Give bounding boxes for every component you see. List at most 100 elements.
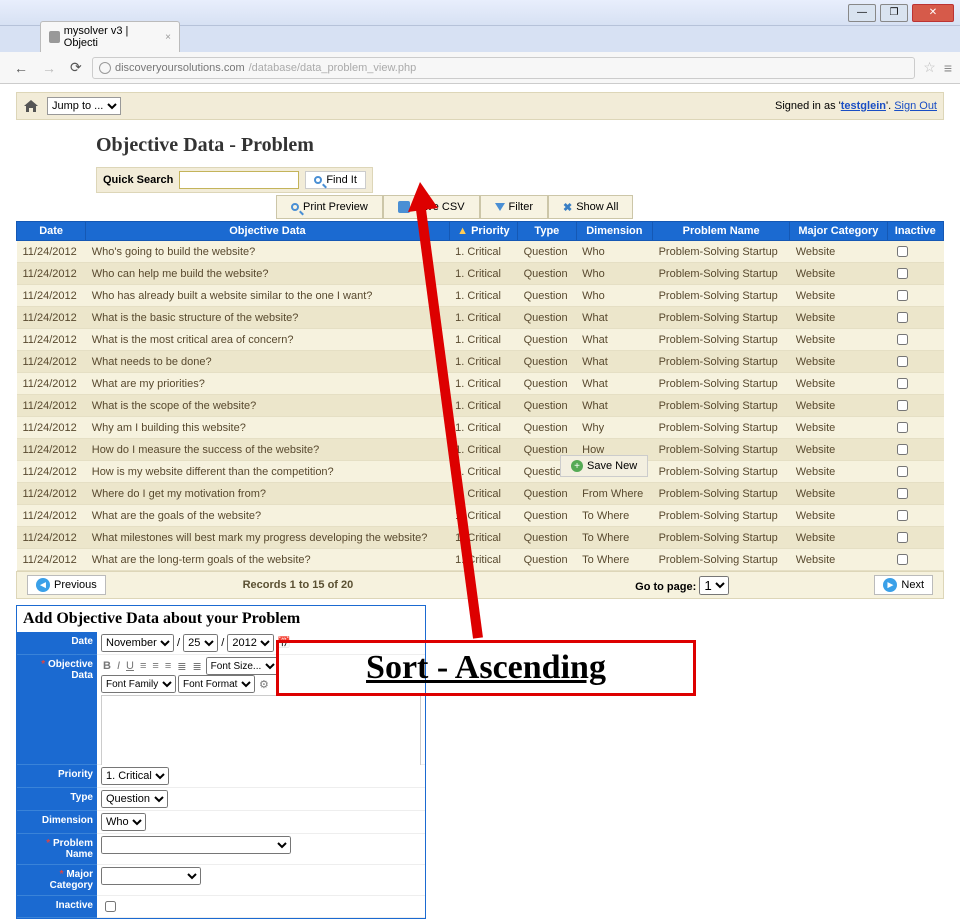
inactive-checkbox[interactable] [897,466,908,477]
quick-search-bar: Quick Search Find It [96,167,373,193]
find-it-button[interactable]: Find It [305,171,366,189]
font-family-select[interactable]: Font Family [101,675,176,693]
browser-menu-icon[interactable]: ≡ [944,60,952,76]
align-center-icon[interactable]: ≡ [150,660,160,672]
inactive-checkbox[interactable] [897,268,908,279]
problem-name-select[interactable] [101,836,291,854]
goto-page: Go to page: 1 [490,576,874,595]
col-priority[interactable]: ▲ Priority [449,222,517,241]
table-row[interactable]: 11/24/2012Who's going to build the websi… [17,241,944,263]
dimension-select[interactable]: Who [101,813,146,831]
priority-select[interactable]: 1. Critical [101,767,169,785]
bookmark-star-icon[interactable]: ☆ [923,59,936,76]
inactive-checkbox[interactable] [897,532,908,543]
search-icon [314,176,322,184]
browser-tab[interactable]: mysolver v3 | Objecti × [40,21,180,52]
favicon-icon [49,31,60,43]
maximize-button[interactable]: ❐ [880,4,908,22]
inactive-checkbox[interactable] [897,290,908,301]
major-category-select[interactable] [101,867,201,885]
align-left-icon[interactable]: ≡ [138,660,148,672]
font-format-select[interactable]: Font Format [178,675,255,693]
back-button[interactable]: ← [8,58,28,78]
table-row[interactable]: 11/24/2012What is the most critical area… [17,329,944,351]
minimize-button[interactable]: — [848,4,876,22]
inactive-checkbox[interactable] [897,488,908,499]
records-summary: Records 1 to 15 of 20 [106,579,490,591]
table-row[interactable]: 11/24/2012What is the scope of the websi… [17,395,944,417]
inactive-checkbox[interactable] [897,378,908,389]
sign-out-link[interactable]: Sign Out [894,100,937,112]
italic-icon[interactable]: I [115,660,122,672]
inactive-checkbox[interactable] [897,312,908,323]
day-select[interactable]: 25 [183,634,218,652]
label-dimension: Dimension [17,811,97,834]
app-toolbar: Jump to ... Signed in as 'testglein'. Si… [16,92,944,120]
table-row[interactable]: 11/24/2012How is my website different th… [17,461,944,483]
save-csv-button[interactable]: Save CSV [383,195,480,219]
list-ol-icon[interactable]: ≣ [175,660,188,673]
inactive-checkbox[interactable] [105,901,116,912]
url-host: discoveryoursolutions.com [115,62,245,74]
save-new-button[interactable]: + Save New [560,455,648,477]
underline-icon[interactable]: U [124,660,136,672]
label-major-category: * Major Category [17,865,97,896]
col-dimension[interactable]: Dimension [576,222,652,241]
label-type: Type [17,788,97,811]
inactive-checkbox[interactable] [897,356,908,367]
inactive-checkbox[interactable] [897,400,908,411]
arrow-right-icon: ► [883,578,897,592]
rte-extra-icon[interactable]: ⚙ [257,678,271,691]
previous-button[interactable]: ◄ Previous [27,575,106,595]
reload-button[interactable]: ⟳ [64,58,84,78]
align-right-icon[interactable]: ≡ [163,660,173,672]
table-row[interactable]: 11/24/2012How do I measure the success o… [17,439,944,461]
table-row[interactable]: 11/24/2012What is the basic structure of… [17,307,944,329]
inactive-checkbox[interactable] [897,444,908,455]
page-title: Objective Data - Problem [96,134,944,157]
rte-textarea[interactable] [101,695,421,775]
table-row[interactable]: 11/24/2012What milestones will best mark… [17,527,944,549]
user-link[interactable]: testglein [841,100,886,112]
tab-close-icon[interactable]: × [165,32,171,43]
font-size-select[interactable]: Font Size... [206,657,279,675]
jump-to-select[interactable]: Jump to ... [47,97,121,115]
filter-button[interactable]: Filter [480,195,548,219]
form-heading: Add Objective Data about your Problem [23,610,419,628]
year-select[interactable]: 2012 [227,634,274,652]
inactive-checkbox[interactable] [897,554,908,565]
list-ul-icon[interactable]: ≣ [190,660,203,673]
col-inactive[interactable]: Inactive [887,222,943,241]
month-select[interactable]: November [101,634,174,652]
forward-button[interactable]: → [36,58,56,78]
quick-search-input[interactable] [179,171,299,189]
col-type[interactable]: Type [518,222,577,241]
type-select[interactable]: Question [101,790,168,808]
table-row[interactable]: 11/24/2012Who can help me build the webs… [17,263,944,285]
col-date[interactable]: Date [17,222,86,241]
table-row[interactable]: 11/24/2012What are the long-term goals o… [17,549,944,571]
col-major-category[interactable]: Major Category [790,222,887,241]
table-row[interactable]: 11/24/2012Who has already built a websit… [17,285,944,307]
table-row[interactable]: 11/24/2012Where do I get my motivation f… [17,483,944,505]
url-path: /database/data_problem_view.php [249,62,417,74]
page-select[interactable]: 1 [699,576,729,595]
save-icon [398,201,410,213]
inactive-checkbox[interactable] [897,334,908,345]
print-preview-button[interactable]: Print Preview [276,195,383,219]
table-row[interactable]: 11/24/2012Why am I building this website… [17,417,944,439]
table-row[interactable]: 11/24/2012What needs to be done?1. Criti… [17,351,944,373]
inactive-checkbox[interactable] [897,510,908,521]
col-objective-data[interactable]: Objective Data [86,222,449,241]
inactive-checkbox[interactable] [897,422,908,433]
home-icon[interactable] [23,99,39,113]
next-button[interactable]: ► Next [874,575,933,595]
table-row[interactable]: 11/24/2012What are my priorities?1. Crit… [17,373,944,395]
bold-icon[interactable]: B [101,660,113,672]
address-bar[interactable]: discoveryoursolutions.com/database/data_… [92,57,915,79]
close-window-button[interactable]: ✕ [912,4,954,22]
inactive-checkbox[interactable] [897,246,908,257]
show-all-button[interactable]: ✖Show All [548,195,633,219]
table-row[interactable]: 11/24/2012What are the goals of the webs… [17,505,944,527]
col-problem-name[interactable]: Problem Name [653,222,790,241]
